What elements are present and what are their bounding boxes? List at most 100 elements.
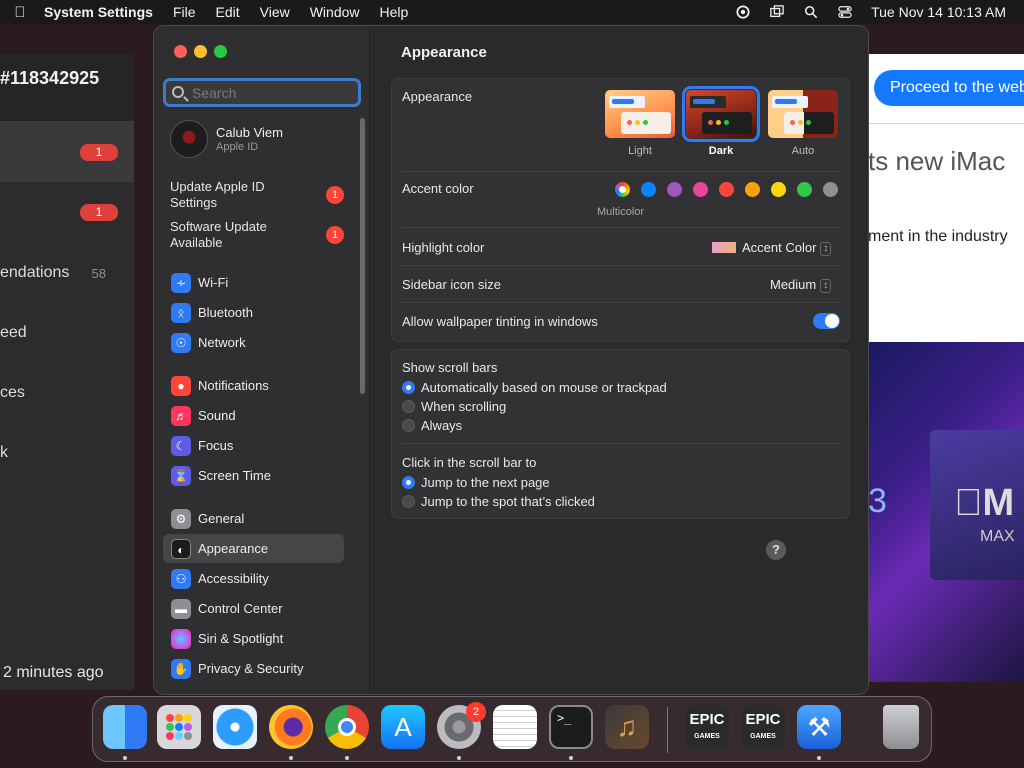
click-scroll-radio-spot-clicked[interactable] (402, 495, 415, 508)
sidebar-item-screen-time[interactable]: ⌛ Screen Time (163, 461, 344, 490)
screen-record-icon[interactable] (735, 5, 751, 19)
menu-edit[interactable]: Edit (206, 4, 250, 20)
scroll-bars-radio-always[interactable] (402, 419, 415, 432)
menu-file[interactable]: File (163, 4, 206, 20)
xcode-icon[interactable]: ⚒ (797, 705, 841, 749)
apple-menu-icon[interactable]:  (0, 4, 40, 21)
epic-games-icon[interactable]: EPIC GAMES (741, 705, 785, 749)
bg-row-badge: 1 (80, 144, 118, 161)
app-store-icon[interactable]: A (381, 705, 425, 749)
sidebar-item-label: Focus (198, 438, 234, 453)
proceed-button[interactable]: Proceed to the web (874, 70, 1024, 106)
sidebar-item-network[interactable]: ☉ Network (163, 328, 344, 357)
row-divider (402, 302, 839, 303)
sidebar-item-appearance[interactable]: ◐ Appearance (163, 534, 344, 563)
accent-swatch[interactable] (823, 182, 838, 197)
accent-swatch[interactable] (693, 182, 708, 197)
sidebar-item-label: Siri & Spotlight (198, 631, 284, 646)
system-settings-badge: 2 (466, 702, 486, 722)
appearance-caption: Dark (708, 145, 734, 157)
spotlight-search-icon[interactable] (803, 5, 819, 19)
sidebar-item-control-center[interactable]: ▬ Control Center (163, 594, 344, 623)
search-field[interactable] (163, 78, 361, 107)
sidebar-item-siri-spotlight[interactable]: Siri & Spotlight (163, 624, 344, 653)
sidebar-item-wifi[interactable]: ∻ Wi-Fi (163, 268, 344, 297)
accent-swatch[interactable] (797, 182, 812, 197)
wallpaper-tinting-toggle[interactable] (813, 313, 840, 329)
menu-view[interactable]: View (250, 4, 300, 20)
window-overlap-icon[interactable] (769, 5, 785, 19)
bg-list-row[interactable]: 1 (0, 182, 134, 242)
chrome-center (338, 718, 356, 736)
close-window-button[interactable] (174, 45, 187, 58)
click-scroll-bar-label: Click in the scroll bar to (402, 455, 537, 470)
firefox-icon[interactable] (269, 705, 313, 749)
search-icon (172, 86, 184, 98)
hero-max-label: MAX (980, 528, 1015, 545)
sidebar-scrollbar[interactable] (360, 118, 365, 394)
accent-swatch[interactable] (641, 182, 656, 197)
bg-list-row[interactable]: k (0, 422, 134, 482)
update-apple-id-settings[interactable]: Update Apple ID Settings 1 (170, 179, 350, 213)
sidebar-item-sound[interactable]: ♬ Sound (163, 401, 344, 430)
hourglass-icon: ⌛ (171, 466, 191, 486)
apple-id-account[interactable]: Calub Viem Apple ID (170, 120, 360, 162)
minimize-window-button[interactable] (194, 45, 207, 58)
menu-app-name[interactable]: System Settings (40, 4, 163, 20)
sidebar-item-bluetooth[interactable]: ᛟ Bluetooth (163, 298, 344, 327)
search-input[interactable] (192, 83, 352, 103)
terminal-icon[interactable]: >_ (549, 705, 593, 749)
help-button[interactable]: ? (766, 540, 786, 560)
bg-list-row[interactable]: eed (0, 302, 134, 362)
accent-swatch-multicolor[interactable] (615, 182, 630, 197)
menu-help[interactable]: Help (370, 4, 419, 20)
speaker-icon: ♬ (171, 406, 191, 426)
running-indicator (123, 756, 127, 760)
launchpad-icon[interactable] (157, 705, 201, 749)
bg-headline: ts new iMac (868, 146, 1006, 176)
bg-list-row[interactable]: ces (0, 362, 134, 422)
thumb-bar (772, 96, 808, 108)
sidebar-item-accessibility[interactable]: ⚇ Accessibility (163, 564, 344, 593)
epic-games-icon[interactable]: EPIC GAMES (685, 705, 729, 749)
highlight-color-popup[interactable]: Accent Color ↕ (712, 240, 832, 256)
accessibility-icon: ⚇ (171, 569, 191, 589)
sidebar-icon-size-popup[interactable]: Medium ↕ (770, 277, 832, 293)
software-update-available[interactable]: Software Update Available 1 (170, 219, 350, 253)
sidebar-item-privacy-security[interactable]: ✋ Privacy & Security (163, 654, 344, 683)
moon-icon: ☾ (171, 436, 191, 456)
accent-swatch[interactable] (771, 182, 786, 197)
radio-label: Always (421, 418, 463, 433)
bg-list-row[interactable]: endations 58 (0, 242, 134, 302)
accent-swatch[interactable] (719, 182, 734, 197)
appearance-option-dark[interactable] (682, 86, 760, 142)
wifi-icon: ∻ (171, 273, 191, 293)
account-name: Calub Viem (216, 125, 283, 140)
accent-swatch[interactable] (667, 182, 682, 197)
sidebar-item-focus[interactable]: ☾ Focus (163, 431, 344, 460)
control-center-icon[interactable] (837, 5, 853, 19)
accent-swatch[interactable] (745, 182, 760, 197)
sidebar-item-label: Sound (198, 408, 236, 423)
sidebar-item-notifications[interactable]: ● Notifications (163, 371, 344, 400)
appearance-option-auto[interactable] (768, 90, 838, 138)
bg-row-count: 58 (91, 266, 106, 281)
scroll-bars-radio-auto[interactable] (402, 381, 415, 394)
trash-icon[interactable] (883, 705, 919, 749)
appearance-option-light[interactable] (605, 90, 675, 138)
click-scroll-radio-next-page[interactable] (402, 476, 415, 489)
chrome-icon[interactable] (325, 705, 369, 749)
menu-window[interactable]: Window (300, 4, 370, 20)
scroll-bars-radio-when-scrolling[interactable] (402, 400, 415, 413)
bg-list-row[interactable]: 1 (0, 122, 134, 182)
globe-icon: ☉ (171, 333, 191, 353)
dock-separator (667, 707, 668, 753)
sidebar-item-general[interactable]: ⚙ General (163, 504, 344, 533)
garageband-icon[interactable]: ♫ (605, 705, 649, 749)
safari-icon[interactable] (213, 705, 257, 749)
textedit-icon[interactable] (493, 705, 537, 749)
notice-badge: 1 (326, 186, 344, 204)
finder-icon[interactable] (103, 705, 147, 749)
menu-clock[interactable]: Tue Nov 14 10:13 AM (871, 4, 1006, 20)
zoom-window-button[interactable] (214, 45, 227, 58)
